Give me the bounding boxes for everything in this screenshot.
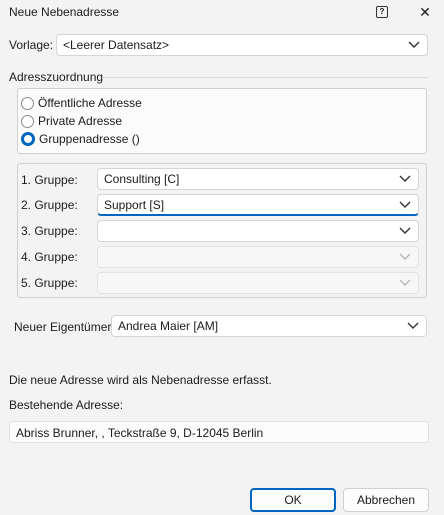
group-1-dropdown[interactable]: Consulting [C] (97, 168, 419, 190)
info-text: Die neue Adresse wird als Nebenadresse e… (9, 373, 272, 387)
existing-address-field: Abriss Brunner, , Teckstraße 9, D-12045 … (9, 421, 429, 443)
assignment-title: Adresszuordnung (9, 70, 104, 84)
dialog-title: Neue Nebenadresse (9, 5, 120, 19)
radio-label: Gruppenadresse () (39, 132, 140, 146)
owner-label: Neuer Eigentümer: (14, 320, 115, 334)
group-5-dropdown (97, 272, 419, 294)
existing-address-value: Abriss Brunner, , Teckstraße 9, D-12045 … (16, 426, 264, 440)
group-4-dropdown (97, 246, 419, 268)
group-2-value: Support [S] (104, 197, 165, 212)
radio-button[interactable] (21, 96, 34, 110)
group-1-label: 1. Gruppe: (21, 173, 78, 187)
help-icon: ? (376, 6, 388, 18)
group-4-label: 4. Gruppe: (21, 250, 78, 264)
close-button[interactable]: ✕ (408, 0, 442, 24)
chevron-down-icon (404, 317, 422, 335)
group-divider (102, 77, 429, 78)
group-2-dropdown[interactable]: Support [S] (97, 194, 419, 216)
group-3-label: 3. Gruppe: (21, 224, 78, 238)
cancel-button[interactable]: Abbrechen (343, 488, 429, 512)
template-label: Vorlage: (9, 38, 54, 52)
group-1-value: Consulting [C] (104, 172, 180, 186)
template-dropdown[interactable]: <Leerer Datensatz> (56, 34, 428, 56)
chevron-down-icon (396, 248, 414, 266)
chevron-down-icon (396, 274, 414, 292)
template-value: <Leerer Datensatz> (63, 38, 170, 52)
group-5-label: 5. Gruppe: (21, 276, 78, 290)
group-2-label: 2. Gruppe: (21, 198, 78, 212)
help-button[interactable]: ? (365, 0, 399, 24)
radio-label: Öffentliche Adresse (38, 96, 142, 110)
radio-label: Private Adresse (38, 114, 123, 128)
owner-dropdown[interactable]: Andrea Maier [AM] (111, 315, 427, 337)
radio-private-address[interactable]: Private Adresse (21, 112, 122, 130)
radio-button-selected[interactable] (21, 132, 35, 146)
existing-address-label: Bestehende Adresse: (9, 398, 124, 412)
chevron-down-icon (396, 196, 414, 214)
owner-value: Andrea Maier [AM] (118, 319, 219, 333)
chevron-down-icon (405, 36, 423, 54)
ok-button[interactable]: OK (250, 488, 336, 512)
radio-group-address[interactable]: Gruppenadresse () (21, 130, 140, 148)
group-3-dropdown[interactable] (97, 220, 419, 242)
close-icon: ✕ (419, 3, 431, 20)
chevron-down-icon (396, 170, 414, 188)
radio-public-address[interactable]: Öffentliche Adresse (21, 94, 142, 112)
chevron-down-icon (396, 222, 414, 240)
radio-button[interactable] (21, 114, 34, 128)
